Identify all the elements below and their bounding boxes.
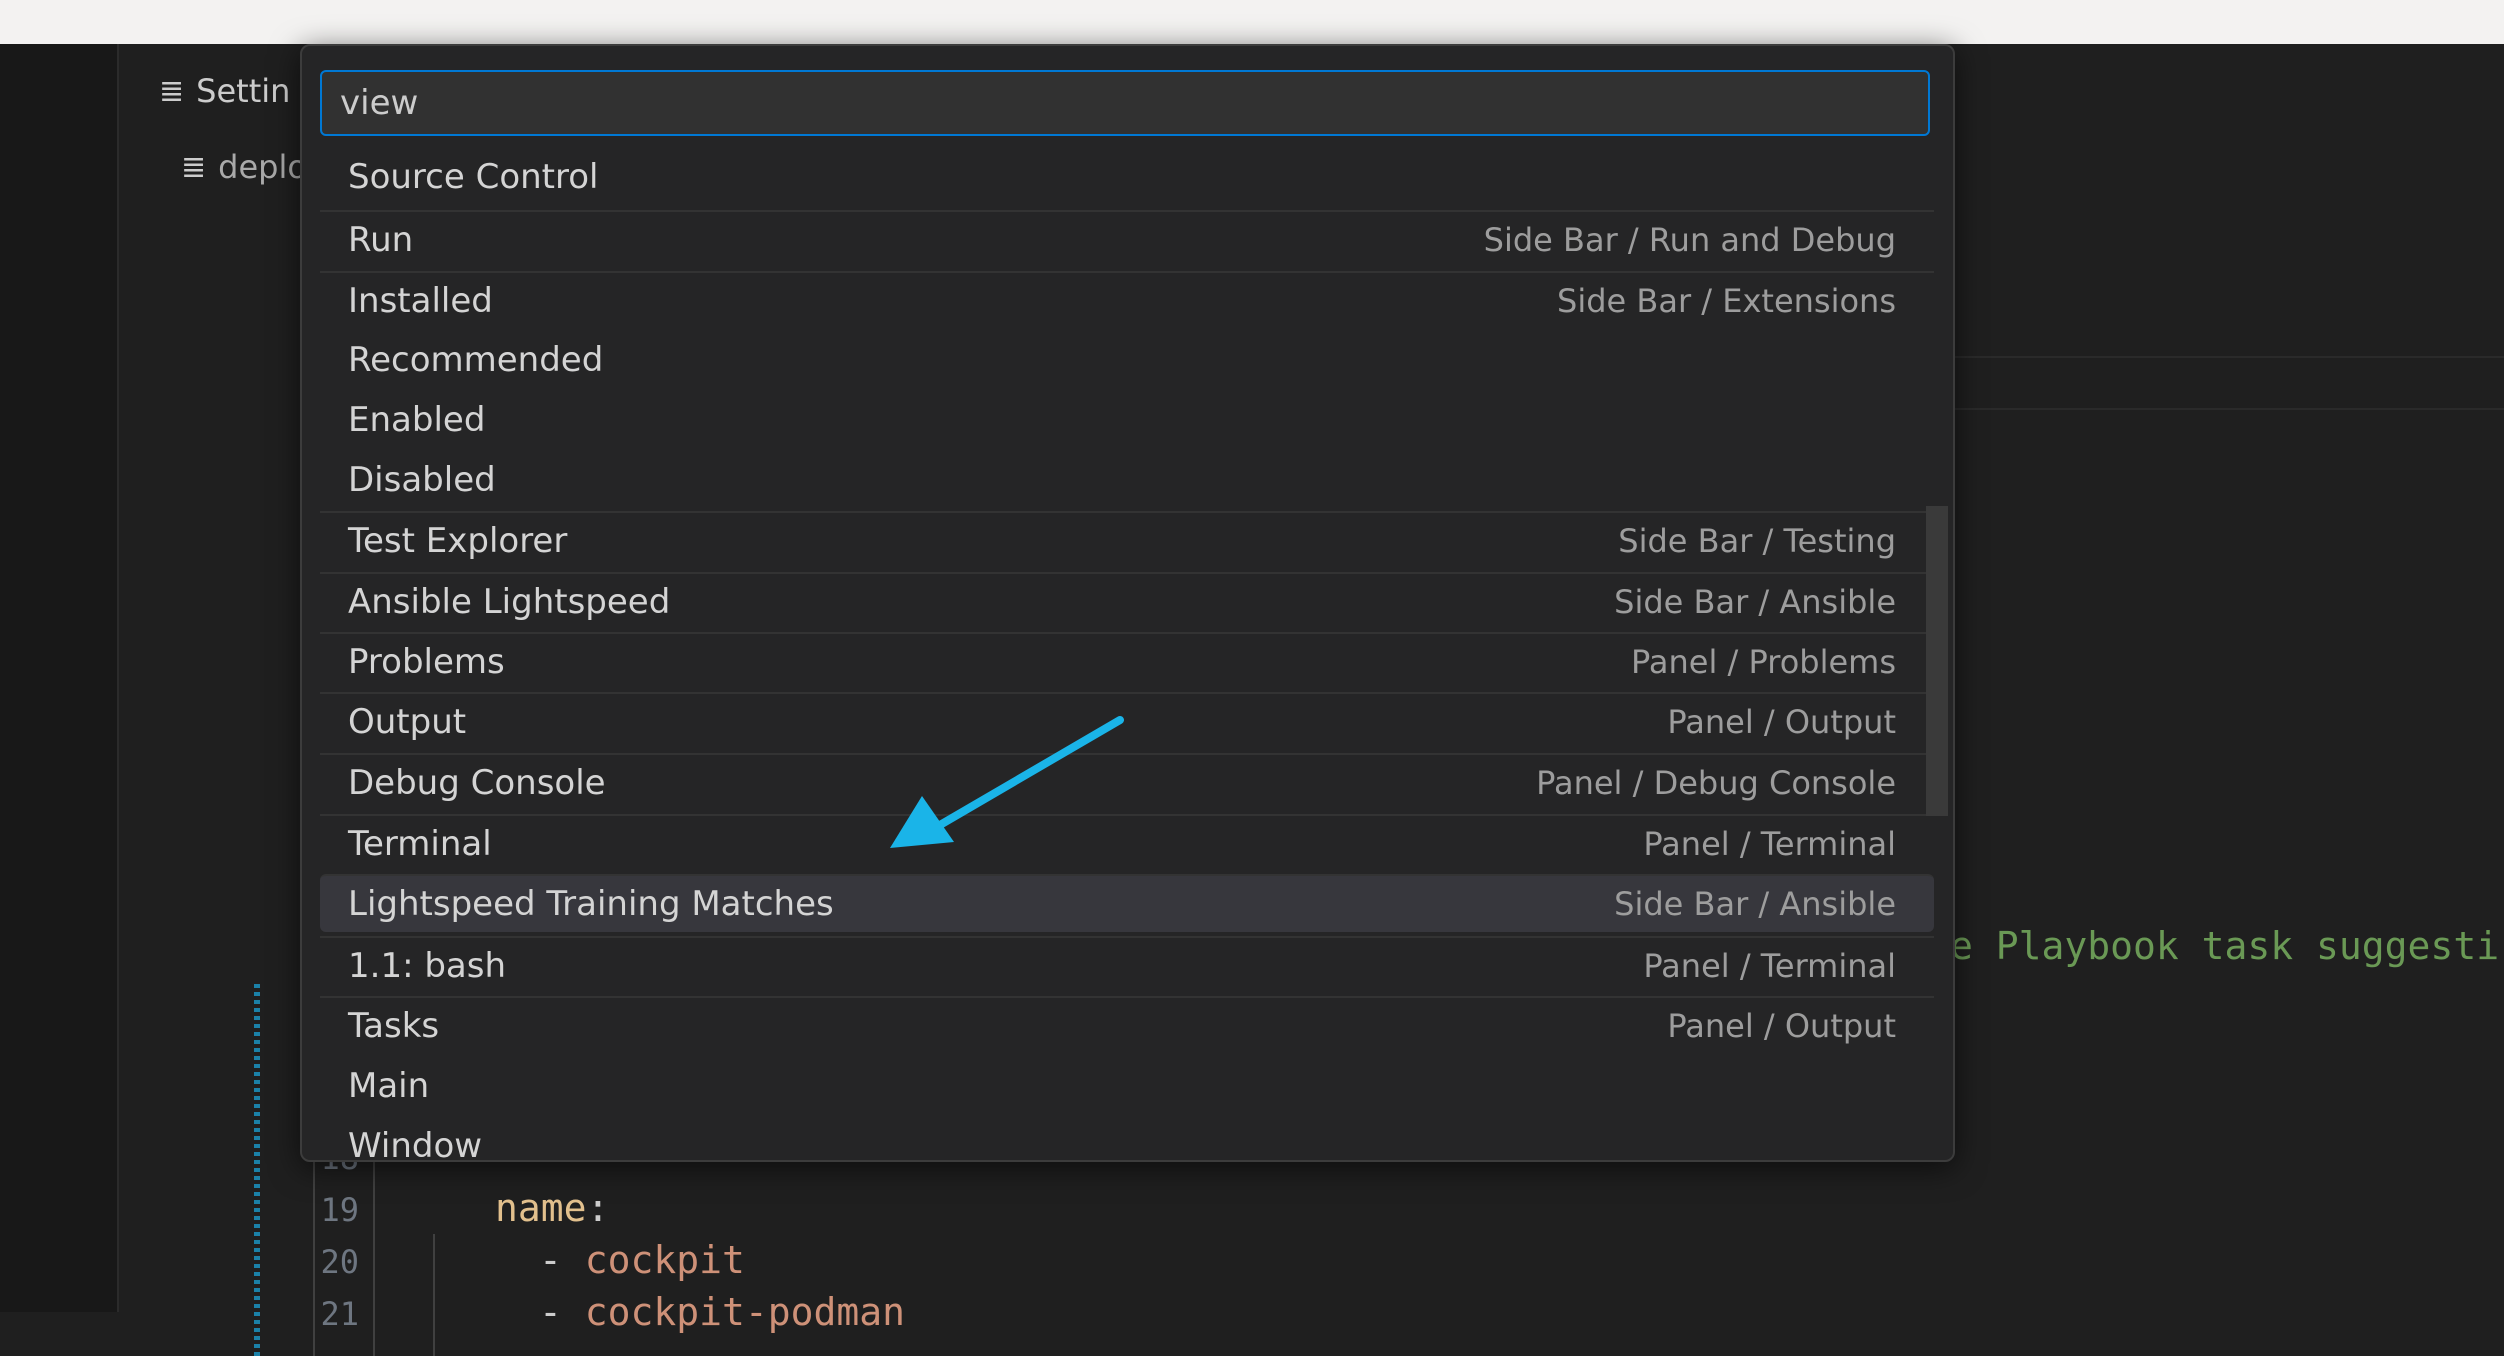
quick-pick-item-label: Enabled [348, 400, 486, 440]
quick-pick-item[interactable]: Recommended [320, 331, 1934, 389]
title-bar [0, 0, 2504, 44]
quick-pick-item-description: Panel / Terminal [1643, 947, 1896, 985]
code-line-19: name: [495, 1186, 610, 1230]
quick-pick-scrollbar[interactable] [1926, 506, 1948, 816]
file-lines-icon: ≣ [181, 149, 207, 185]
file-lines-icon: ≣ [159, 73, 185, 109]
activity-bar [0, 44, 119, 1312]
quick-pick-item-description: Panel / Problems [1631, 643, 1896, 681]
quick-pick-item-label: Problems [348, 642, 505, 682]
breadcrumb[interactable]: ≣ deplo [181, 148, 307, 186]
quick-pick-item[interactable]: Tasks Panel / Output [320, 996, 1934, 1054]
quick-open-view-picker[interactable]: Source Control Run Side Bar / Run and Debu… [300, 44, 1955, 1162]
current-line-highlight [1949, 356, 2504, 410]
quick-pick-item-description: Side Bar / Run and Debug [1483, 221, 1896, 259]
quick-pick-item[interactable]: Run Side Bar / Run and Debug [320, 210, 1934, 268]
quick-pick-item-label: Terminal [348, 824, 492, 864]
quick-pick-item[interactable]: Enabled [320, 391, 1934, 449]
quick-pick-item-description: Panel / Output [1667, 1007, 1896, 1045]
quick-pick-item[interactable]: 1.1: bash Panel / Terminal [320, 936, 1934, 994]
quick-pick-item-label: Lightspeed Training Matches [348, 884, 834, 924]
code-comment: e Playbook task suggesti [1950, 924, 2500, 968]
quick-pick-item-label: Output [348, 702, 467, 742]
quick-pick-item-label: Ansible Lightspeed [348, 582, 671, 622]
code-line-20: - cockpit [539, 1238, 745, 1282]
indent-guide [433, 1234, 435, 1356]
quick-pick-item-description: Side Bar / Ansible [1614, 885, 1896, 923]
quick-pick-item-label: Tasks [348, 1006, 440, 1046]
quick-pick-item-description: Side Bar / Testing [1618, 522, 1896, 560]
quick-pick-item-label: Window [348, 1126, 483, 1162]
quick-pick-item-description: Panel / Debug Console [1536, 764, 1896, 802]
quick-pick-item-description: Side Bar / Extensions [1557, 282, 1896, 320]
quick-pick-item-label: Test Explorer [348, 521, 568, 561]
quick-pick-item[interactable]: Window [320, 1117, 1934, 1162]
quick-pick-item-label: Recommended [348, 340, 604, 380]
quick-pick-item-label: Disabled [348, 460, 496, 500]
quick-pick-item[interactable]: Lightspeed Training Matches Side Bar / An… [320, 874, 1934, 932]
indent-guide [313, 1134, 315, 1356]
quick-pick-item-label: 1.1: bash [348, 946, 507, 986]
quick-pick-item-label: Run [348, 220, 414, 260]
quick-pick-item-description: Panel / Output [1667, 703, 1896, 741]
quick-pick-item[interactable]: Source Control [320, 148, 1934, 206]
quick-pick-item[interactable]: Test Explorer Side Bar / Testing [320, 511, 1934, 569]
quick-pick-item[interactable]: Problems Panel / Problems [320, 632, 1934, 690]
indent-guide [373, 1134, 375, 1356]
quick-pick-item[interactable]: Main [320, 1057, 1934, 1115]
quick-pick-item-label: Debug Console [348, 763, 606, 803]
code-line-21: - cockpit-podman [539, 1290, 906, 1334]
quick-pick-item-label: Main [348, 1066, 430, 1106]
quick-pick-item-description: Side Bar / Ansible [1614, 583, 1896, 621]
quick-pick-input[interactable] [320, 70, 1930, 136]
quick-pick-item[interactable]: Installed Side Bar / Extensions [320, 271, 1934, 329]
tab-title: Settin [196, 72, 291, 110]
editor-tab[interactable]: ≣ Settin [159, 72, 290, 110]
quick-pick-item[interactable]: Disabled [320, 451, 1934, 509]
quick-pick-item[interactable]: Ansible Lightspeed Side Bar / Ansible [320, 572, 1934, 630]
quick-pick-item-description: Panel / Terminal [1643, 825, 1896, 863]
breadcrumb-file: deplo [218, 148, 307, 186]
arrow-annotation-icon [890, 716, 1124, 848]
git-change-indicator [254, 984, 260, 1356]
quick-pick-item-label: Source Control [348, 157, 599, 197]
quick-pick-item-label: Installed [348, 281, 493, 321]
